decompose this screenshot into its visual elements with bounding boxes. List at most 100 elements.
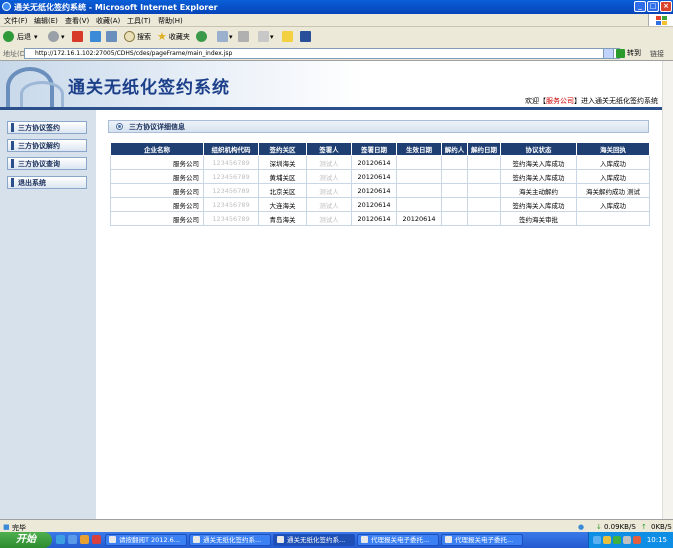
- taskbar-item[interactable]: 请按翻阅T 2012.6...: [105, 534, 187, 546]
- start-button[interactable]: 开始: [0, 532, 52, 548]
- messenger-button[interactable]: [300, 30, 311, 43]
- table-cell: 20120614: [351, 155, 397, 170]
- sidebar-item-terminate[interactable]: 三方协议解约: [7, 139, 87, 152]
- table-cell: 入库成功: [576, 197, 650, 212]
- search-button[interactable]: 搜索: [124, 30, 151, 43]
- ie-icon: [2, 2, 11, 11]
- messenger-icon: [300, 31, 311, 42]
- column-header: 解约人: [441, 142, 468, 156]
- sidebar: 三方协议签约 三方协议解约 三方协议查询 退出系统: [0, 110, 96, 519]
- section-header: 三方协议详细信息: [108, 120, 649, 133]
- folder-button[interactable]: [282, 30, 293, 43]
- address-dropdown-button[interactable]: [603, 48, 614, 59]
- tray-icon[interactable]: [603, 536, 611, 544]
- table-cell: 入库成功: [576, 155, 650, 170]
- print-button[interactable]: [238, 30, 249, 43]
- table-row[interactable]: 服务公司 123456789 青岛海关 测试人 20120614 20120614 签约海关…: [110, 211, 650, 226]
- star-icon: ★: [157, 30, 167, 43]
- history-button[interactable]: [196, 30, 207, 43]
- home-button[interactable]: [106, 30, 117, 43]
- vertical-scrollbar[interactable]: [662, 61, 673, 519]
- table-cell: 测试人: [306, 155, 352, 170]
- menu-edit[interactable]: 编辑(E): [34, 16, 58, 26]
- menu-view[interactable]: 查看(V): [65, 16, 89, 26]
- back-button[interactable]: 后退 ▾: [3, 30, 38, 43]
- stop-button[interactable]: [72, 30, 83, 43]
- table-cell: 123456789: [203, 155, 259, 170]
- quicklaunch-desktop-icon[interactable]: [56, 535, 65, 544]
- address-input[interactable]: http://172.16.1.102:27005/CDHS/cdes/page…: [24, 48, 620, 59]
- table-cell: [396, 169, 442, 184]
- edit-button[interactable]: ▾: [258, 30, 274, 43]
- maximize-button[interactable]: □: [647, 1, 659, 12]
- menu-file[interactable]: 文件(F): [4, 16, 28, 26]
- close-button[interactable]: ×: [660, 1, 672, 12]
- table-cell: 20120614: [351, 197, 397, 212]
- table-cell: 签约海关入库成功: [500, 155, 577, 170]
- search-icon: [124, 31, 135, 42]
- table-cell: 服务公司: [110, 183, 204, 198]
- history-icon: [196, 31, 207, 42]
- table-cell: [467, 211, 501, 226]
- column-header: 签署人: [306, 142, 352, 156]
- table-row[interactable]: 服务公司 123456789 深圳海关 测试人 20120614 签约海关入库成功 入库成功: [110, 155, 650, 170]
- section-bullet-icon: [116, 123, 123, 130]
- page-content: 通关无纸化签约系统 欢迎【服务公司】进入通关无纸化签约系统 三方协议签约 三方协…: [0, 61, 662, 519]
- column-header: 海关回执: [576, 142, 650, 156]
- go-button[interactable]: 转到: [616, 48, 641, 58]
- speaker-icon[interactable]: [623, 536, 631, 544]
- table-cell: 青岛海关: [258, 211, 307, 226]
- quicklaunch-app-icon[interactable]: [80, 535, 89, 544]
- address-bar: 地址(D) http://172.16.1.102:27005/CDHS/cde…: [0, 46, 673, 61]
- table-cell: 签约海关审批: [500, 211, 577, 226]
- menu-favorites[interactable]: 收藏(A): [96, 16, 120, 26]
- table-cell: [441, 211, 468, 226]
- taskbar-item[interactable]: 代理报关电子委托...: [441, 534, 523, 546]
- tray-icon[interactable]: [593, 536, 601, 544]
- links-button[interactable]: 链接: [650, 49, 664, 59]
- upload-speed: 0KB/S: [651, 523, 672, 531]
- mail-button[interactable]: ▾: [217, 30, 233, 43]
- table-cell: [396, 197, 442, 212]
- print-icon: [238, 31, 249, 42]
- window-title: 通关无纸化签约系统 - Microsoft Internet Explorer: [14, 3, 218, 12]
- quicklaunch-app-icon[interactable]: [92, 535, 101, 544]
- table-cell: 测试人: [306, 197, 352, 212]
- sidebar-item-sign[interactable]: 三方协议签约: [7, 121, 87, 134]
- tray-icon[interactable]: [633, 536, 641, 544]
- sidebar-item-logout[interactable]: 退出系统: [7, 176, 87, 189]
- table-row[interactable]: 服务公司 123456789 大连海关 测试人 20120614 签约海关入库成功 入库成功: [110, 197, 650, 212]
- mail-icon: [217, 31, 228, 42]
- taskbar-item[interactable]: 通关无纸化签约系...: [189, 534, 271, 546]
- table-cell: 20120614: [396, 211, 442, 226]
- window-icon: [109, 536, 116, 543]
- system-tray: 10:15: [588, 532, 673, 548]
- column-header: 企业名称: [110, 142, 204, 156]
- table-cell: 黄埔关区: [258, 169, 307, 184]
- chevron-down-icon: ▾: [34, 32, 38, 41]
- taskbar-item-active[interactable]: 通关无纸化签约系...: [273, 534, 355, 546]
- tray-icon[interactable]: [613, 536, 621, 544]
- menu-tools[interactable]: 工具(T): [127, 16, 151, 26]
- window-titlebar[interactable]: 通关无纸化签约系统 - Microsoft Internet Explorer …: [0, 0, 673, 14]
- menu-help[interactable]: 帮助(H): [158, 16, 183, 26]
- table-row[interactable]: 服务公司 123456789 北京关区 测试人 20120614 海关主动解约 海关解约成功…: [110, 183, 650, 198]
- column-header: 组织机构代码: [203, 142, 259, 156]
- refresh-button[interactable]: [90, 30, 101, 43]
- window-icon: [193, 536, 200, 543]
- forward-button[interactable]: ▾: [48, 30, 65, 43]
- minimize-button[interactable]: _: [634, 1, 646, 12]
- table-cell: 服务公司: [110, 155, 204, 170]
- table-cell: 北京关区: [258, 183, 307, 198]
- network-icon: ●: [578, 523, 585, 531]
- table-cell: 20120614: [351, 183, 397, 198]
- table-cell: 服务公司: [110, 169, 204, 184]
- favorites-button[interactable]: ★ 收藏夹: [157, 30, 190, 43]
- table-cell: 海关主动解约: [500, 183, 577, 198]
- sidebar-item-query[interactable]: 三方协议查询: [7, 157, 87, 170]
- table-cell: 测试人: [306, 211, 352, 226]
- table-row[interactable]: 服务公司 123456789 黄埔关区 测试人 20120614 签约海关入库成功 入库成功: [110, 169, 650, 184]
- taskbar-item[interactable]: 代理报关电子委托...: [357, 534, 439, 546]
- quicklaunch-ie-icon[interactable]: [68, 535, 77, 544]
- table-cell: 签约海关入库成功: [500, 197, 577, 212]
